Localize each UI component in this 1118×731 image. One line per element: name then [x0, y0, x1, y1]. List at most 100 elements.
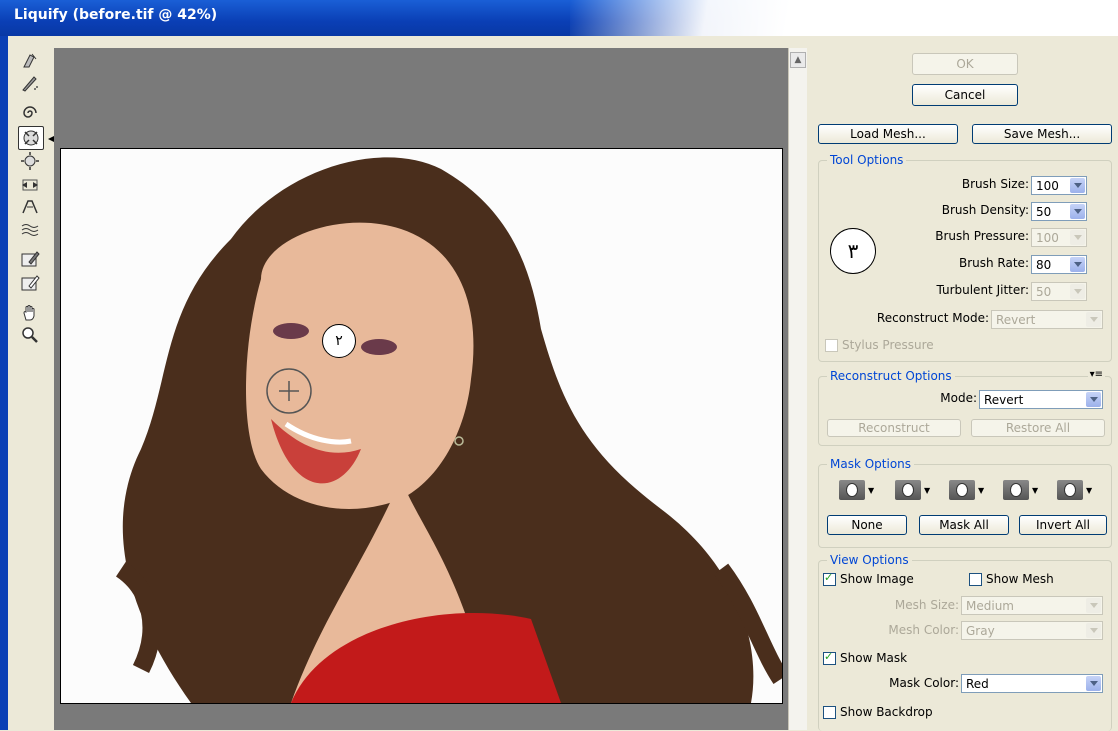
preview-scrollbar[interactable]: ▲: [788, 48, 807, 730]
mode-label: Mode:: [940, 391, 977, 405]
twirl-icon: [23, 106, 37, 118]
mask-add-icon: [895, 480, 921, 500]
chevron-down-icon[interactable]: [1070, 204, 1085, 219]
reconstruct-mode-select: Revert: [991, 310, 1103, 329]
mask-options-legend: Mask Options: [827, 457, 915, 471]
chevron-down-icon: [1086, 598, 1101, 613]
stylus-pressure-checkbox: Stylus Pressure: [825, 338, 934, 352]
mask-replace-icon: [839, 480, 865, 500]
cancel-button[interactable]: Cancel: [912, 84, 1018, 106]
mode-select[interactable]: Revert: [979, 390, 1103, 409]
options-panel: OK Cancel Load Mesh... Save Mesh... Tool…: [808, 36, 1118, 731]
waves-icon: [21, 224, 39, 236]
subtract-from-selection-button[interactable]: ▼: [949, 479, 987, 501]
hand-tool[interactable]: [18, 302, 42, 324]
reconstruct-tool[interactable]: [18, 72, 42, 94]
invert-selection-button[interactable]: ▼: [1057, 479, 1095, 501]
mirror-tool[interactable]: [18, 196, 42, 218]
restore-all-button: Restore All: [971, 419, 1105, 437]
show-mask-checkbox[interactable]: Show Mask: [823, 650, 907, 665]
chevron-down-icon: [1086, 623, 1101, 638]
mask-mode-buttons: ▼ ▼ ▼ ▼ ▼: [839, 479, 1109, 503]
bloat-icon: [21, 152, 39, 170]
pucker-tool[interactable]: [18, 126, 44, 150]
show-backdrop-checkbox[interactable]: Show Backdrop: [823, 705, 933, 719]
dropdown-triangle-icon: ▼: [978, 485, 985, 495]
brush-icon: [22, 76, 38, 92]
view-options-legend: View Options: [827, 553, 912, 567]
pucker-icon: [23, 130, 39, 146]
dropdown-triangle-icon: ▼: [1086, 485, 1093, 495]
panel-menu-icon[interactable]: ▾≡: [1087, 369, 1105, 380]
chevron-down-icon[interactable]: [1070, 178, 1085, 193]
turbulent-jitter-field: 50: [1031, 282, 1087, 301]
reconstruct-button: Reconstruct: [827, 419, 961, 437]
mesh-size-label: Mesh Size:: [894, 598, 959, 612]
mirror-icon: [22, 200, 38, 214]
magnifier-icon: [22, 327, 38, 343]
callout-three: ٣: [830, 228, 876, 274]
brush-pressure-field: 100: [1031, 228, 1087, 247]
scroll-up-arrow-icon[interactable]: ▲: [790, 52, 806, 68]
mask-color-label: Mask Color:: [889, 676, 959, 690]
mask-color-select[interactable]: Red: [961, 674, 1103, 693]
window-title: Liquify (before.tif @ 42%): [14, 7, 218, 23]
preview-canvas[interactable]: [54, 48, 788, 730]
brush-size-label: Brush Size:: [961, 177, 1029, 191]
chevron-down-icon[interactable]: [1070, 257, 1085, 272]
portrait-photo: [61, 149, 782, 703]
brush-size-field[interactable]: 100: [1031, 176, 1087, 195]
mask-options-group: Mask Options ▼ ▼ ▼ ▼ ▼ None Mask All Inv…: [818, 457, 1112, 548]
mask-invert-icon: [1057, 480, 1083, 500]
turbulent-jitter-label: Turbulent Jitter:: [936, 283, 1029, 297]
thaw-mask-tool[interactable]: [18, 272, 42, 294]
replace-selection-button[interactable]: ▼: [839, 479, 877, 501]
mask-subtract-icon: [949, 480, 975, 500]
brush-rate-label: Brush Rate:: [958, 256, 1029, 270]
dropdown-triangle-icon: ▼: [868, 485, 875, 495]
brush-rate-field[interactable]: 80: [1031, 255, 1087, 274]
window-frame: [0, 36, 8, 730]
finger-brush-icon: [23, 53, 37, 68]
hand-icon: [23, 305, 35, 321]
load-mesh-button[interactable]: Load Mesh...: [818, 124, 958, 144]
chevron-down-icon: [1070, 230, 1085, 245]
freeze-mask-icon: [21, 251, 40, 267]
intersect-with-selection-button[interactable]: ▼: [1003, 479, 1041, 501]
twirl-tool[interactable]: [18, 102, 42, 124]
push-left-tool[interactable]: [18, 174, 42, 196]
freeze-mask-tool[interactable]: [18, 248, 42, 270]
mask-all-button[interactable]: Mask All: [919, 515, 1009, 535]
save-mesh-button[interactable]: Save Mesh...: [972, 124, 1112, 144]
callout-two: ٢: [322, 324, 356, 358]
forward-warp-tool[interactable]: [18, 50, 42, 72]
mesh-color-label: Mesh Color:: [888, 623, 959, 637]
chevron-down-icon[interactable]: [1086, 676, 1101, 691]
chevron-down-icon: [1086, 312, 1101, 327]
view-options-group: View Options Show Image Show Mesh Mesh S…: [818, 553, 1112, 731]
add-to-selection-button[interactable]: ▼: [895, 479, 933, 501]
brush-density-label: Brush Density:: [941, 203, 1029, 217]
mask-none-button[interactable]: None: [827, 515, 907, 535]
mesh-size-select: Medium: [961, 596, 1103, 615]
ok-button[interactable]: OK: [912, 53, 1018, 75]
invert-all-button[interactable]: Invert All: [1019, 515, 1107, 535]
bloat-tool[interactable]: [18, 150, 42, 172]
dropdown-triangle-icon: ▼: [924, 485, 931, 495]
chevron-down-icon: [1070, 284, 1085, 299]
brush-pressure-label: Brush Pressure:: [935, 229, 1029, 243]
preview-image: [60, 148, 783, 704]
brush-density-field[interactable]: 50: [1031, 202, 1087, 221]
mesh-color-select: Gray: [961, 621, 1103, 640]
zoom-tool[interactable]: [18, 324, 42, 346]
title-bar-glare: [570, 0, 1118, 36]
show-image-checkbox[interactable]: Show Image: [823, 571, 914, 586]
title-bar: Liquify (before.tif @ 42%): [0, 0, 1118, 36]
turbulence-tool[interactable]: [18, 218, 42, 240]
push-left-icon: [22, 179, 38, 191]
mask-intersect-icon: [1003, 480, 1029, 500]
show-mesh-checkbox[interactable]: Show Mesh: [969, 572, 1054, 586]
reconstruct-mode-label: Reconstruct Mode:: [876, 311, 989, 325]
dropdown-triangle-icon: ▼: [1032, 485, 1039, 495]
chevron-down-icon[interactable]: [1086, 392, 1101, 407]
